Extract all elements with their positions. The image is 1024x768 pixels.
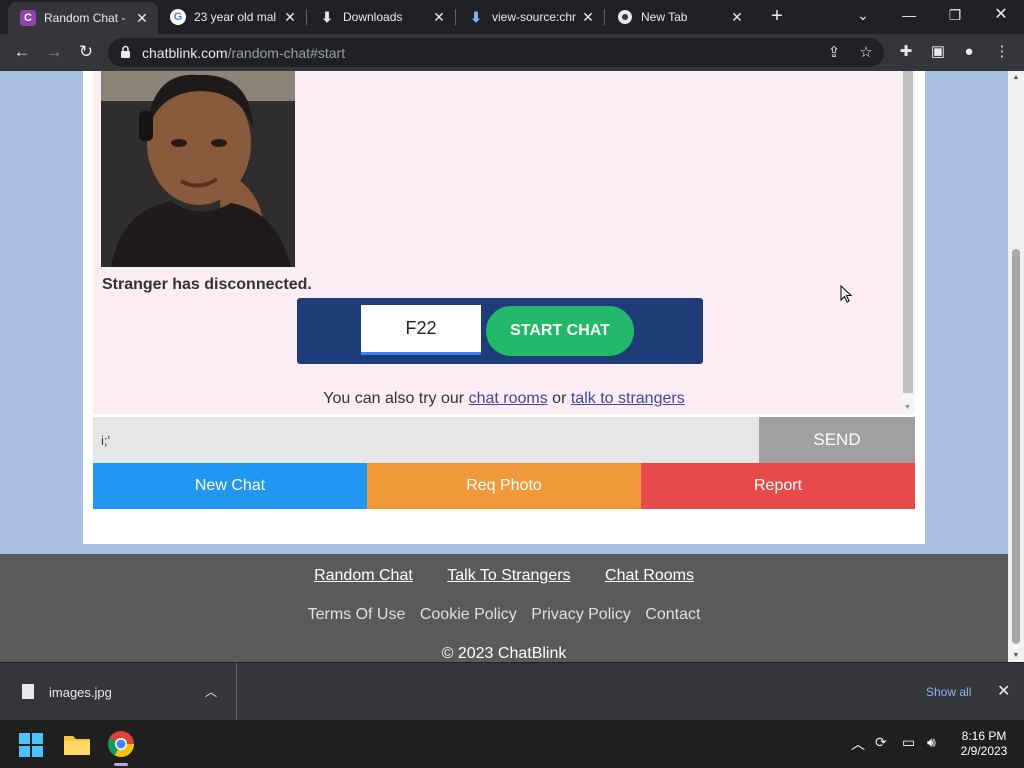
tab-downloads[interactable]: ⬇ Downloads ✕ [307,0,455,34]
browser-toolbar: ← → ↻ chatblink.com/random-chat#start ⇪ … [0,34,1024,71]
disconnect-status: Stranger has disconnected. [102,276,312,293]
side-panel-icon[interactable]: ▣ [928,42,948,62]
show-all-downloads-link[interactable]: Show all [926,685,971,699]
stranger-photo[interactable] [101,71,295,267]
bookmark-star-icon[interactable]: ☆ [856,43,876,63]
restore-icon[interactable]: ❐ [932,0,978,30]
close-tab-icon[interactable]: ✕ [280,9,300,26]
scroll-down-arrow-icon[interactable]: ▼ [1011,652,1021,659]
report-button[interactable]: Report [641,463,915,509]
download-shelf: images.jpg ︿ Show all ✕ [0,662,1024,721]
forward-icon[interactable]: → [42,40,66,64]
footer-link-terms[interactable]: Terms Of Use [308,606,406,623]
chrome-taskbar-icon[interactable] [106,729,136,759]
talk-to-strangers-link[interactable]: talk to strangers [571,390,685,407]
new-tab-icon[interactable]: + [766,5,788,27]
footer-link-random-chat[interactable]: Random Chat [314,567,413,584]
system-clock[interactable]: 8:16 PM 2/9/2023 [950,729,1018,759]
footer-link-cookie-policy[interactable]: Cookie Policy [420,606,517,623]
footer-link-contact[interactable]: Contact [645,606,700,623]
file-explorer-icon[interactable] [63,732,91,756]
sync-icon[interactable]: ⟳ [875,734,887,751]
scroll-down-arrow-icon[interactable]: ▼ [904,404,911,411]
tab-random-chat[interactable]: C Random Chat - ✕ [8,2,158,34]
download-file-name: images.jpg [49,685,112,700]
chevron-up-icon[interactable]: ︿ [205,683,217,700]
site-footer: Random Chat Talk To Strangers Chat Rooms… [0,554,1008,662]
start-chat-panel: START CHAT [297,298,703,364]
windows-taskbar: ︿ ⟳ ▭ 🔊︎ 8:16 PM 2/9/2023 [0,720,1024,768]
menu-icon[interactable]: ⋮ [992,42,1012,62]
volume-icon[interactable]: 🔊︎ [927,734,936,751]
chat-rooms-link[interactable]: chat rooms [469,390,548,407]
action-bar: New Chat Req Photo Report [93,463,915,509]
footer-link-privacy-policy[interactable]: Privacy Policy [531,606,631,623]
req-photo-button[interactable]: Req Photo [367,463,641,509]
tab-search-icon[interactable]: ⌄ [840,0,886,30]
page-viewport: Stranger has disconnected. START CHAT Yo… [0,71,1024,662]
download-item[interactable]: images.jpg ︿ [0,663,237,721]
chat-log-scrollbar[interactable]: ▼ [901,71,915,414]
chatblink-favicon: C [20,10,36,26]
chat-card: Stranger has disconnected. START CHAT Yo… [83,71,925,544]
address-bar[interactable]: chatblink.com/random-chat#start ⇪ ☆ [108,38,884,67]
message-input[interactable] [93,417,759,463]
lock-icon [121,45,130,58]
tab-new-tab[interactable]: New Tab ✕ [605,0,753,34]
footer-primary-links: Random Chat Talk To Strangers Chat Rooms [0,567,1008,585]
network-icon[interactable]: ▭ [902,734,915,751]
message-row: SEND [93,417,915,463]
download-icon: ⬇ [470,8,482,25]
new-chat-button[interactable]: New Chat [93,463,367,509]
footer-link-talk-to-strangers[interactable]: Talk To Strangers [447,567,570,584]
footer-link-chat-rooms[interactable]: Chat Rooms [605,567,694,584]
windows-start-icon[interactable] [18,732,44,758]
tray-overflow-icon[interactable]: ︿ [851,734,865,754]
close-tab-icon[interactable]: ✕ [132,10,152,27]
footer-copyright: © 2023 ChatBlink [441,645,567,662]
footer-secondary-links: Terms Of Use Cookie Policy Privacy Polic… [0,606,1008,624]
share-icon[interactable]: ⇪ [824,43,844,63]
close-tab-icon[interactable]: ✕ [578,9,598,26]
extensions-icon[interactable]: ✚ [896,42,916,62]
url-text: chatblink.com/random-chat#start [142,45,346,61]
page-scrollbar[interactable]: ▲ ▼ [1008,71,1024,662]
chat-log: Stranger has disconnected. START CHAT Yo… [93,71,915,414]
page-scroll-thumb[interactable] [1012,249,1020,644]
reload-icon[interactable]: ↻ [74,40,98,64]
file-icon [22,684,34,699]
send-button[interactable]: SEND [759,417,915,463]
tab-view-source[interactable]: ⬇ view-source:chr ✕ [456,0,604,34]
chrome-icon [617,9,633,25]
close-tab-icon[interactable]: ✕ [429,9,449,26]
minimize-icon[interactable]: — [886,0,932,30]
mouse-cursor-icon [840,285,852,303]
chat-log-scroll-thumb[interactable] [903,71,913,393]
back-icon[interactable]: ← [10,40,34,64]
close-tab-icon[interactable]: ✕ [727,9,747,26]
google-favicon: G [170,9,186,25]
download-icon: ⬇ [321,8,333,25]
start-chat-button[interactable]: START CHAT [486,306,634,356]
tab-google-search[interactable]: G 23 year old mal ✕ [158,0,306,34]
alternatives-text: You can also try our chat rooms or talk … [323,390,685,407]
interest-code-input[interactable] [361,305,481,355]
close-window-icon[interactable]: ✕ [978,0,1024,30]
close-shelf-icon[interactable]: ✕ [997,681,1010,701]
tab-strip: C Random Chat - ✕ G 23 year old mal ✕ ⬇ … [0,0,1024,34]
scroll-up-arrow-icon[interactable]: ▲ [1011,74,1021,81]
active-app-indicator [114,763,128,766]
profile-icon[interactable]: ● [959,42,979,62]
stranger-photo-image [101,71,295,267]
